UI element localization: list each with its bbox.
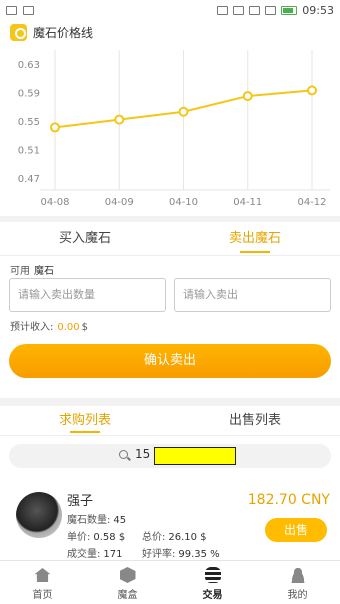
quantity-line: 魔石数量: 45 — [67, 511, 126, 526]
expected-label: 预计收入: — [10, 322, 54, 333]
box-icon — [119, 567, 136, 583]
available-balance: 可用 魔石 — [10, 262, 54, 277]
status-time: 09:53 — [302, 3, 334, 17]
nav-item-home[interactable]: 首页 — [0, 561, 85, 604]
nav-item-trade[interactable]: 交易 — [170, 561, 255, 604]
volume-label: 成交量: — [67, 549, 101, 560]
rating-value: 99.35 % — [178, 549, 220, 560]
volume-line: 成交量: 171 — [67, 545, 122, 560]
price-chart-card: 0.63 0.59 0.55 0.51 0.47 04-08 04-09 04-10 04-11… — [0, 20, 340, 216]
home-icon — [34, 568, 51, 582]
list-item: 强子 魔石数量: 45 单价: 0.58 $ 总价: 26.10 $ 成交量: 171 … — [0, 482, 340, 562]
data-point — [242, 91, 253, 102]
quantity-value: 45 — [113, 515, 127, 526]
x-tick-label: 04-10 — [169, 197, 198, 208]
data-point — [114, 114, 125, 125]
seller-name: 强子 — [67, 494, 94, 509]
tab-sell[interactable]: 卖出魔石 — [170, 222, 340, 255]
signal-icon — [265, 5, 277, 15]
chart-header: 魔石价格线 — [10, 24, 93, 41]
y-tick-label: 0.55 — [18, 117, 40, 128]
nav-label: 我的 — [287, 590, 308, 601]
status-bar: 09:53 — [0, 0, 340, 20]
confirm-sell-button[interactable]: 确认卖出 — [9, 344, 331, 378]
price-line-chart: 0.63 0.59 0.55 0.51 0.47 04-08 04-09 04-10 04-11… — [18, 50, 330, 208]
trade-tabs: 买入魔石 卖出魔石 — [0, 222, 340, 256]
avatar — [16, 492, 62, 538]
bottom-nav: 首页 魔盒 交易 我的 — [0, 560, 340, 604]
unit-price-label: 单价: — [67, 532, 91, 543]
alarm-icon — [233, 5, 245, 15]
tab-buy-orders[interactable]: 求购列表 — [0, 406, 170, 435]
search-icon — [119, 450, 128, 459]
nav-label: 首页 — [32, 590, 53, 601]
trash-icon — [23, 5, 34, 15]
y-tick-label: 0.51 — [18, 146, 40, 157]
magic-stone-logo-icon — [10, 24, 27, 41]
available-label: 可用 — [10, 266, 30, 277]
rating-line: 好评率: 99.35 % — [142, 545, 220, 560]
total-price-label: 总价: — [142, 532, 166, 543]
user-icon — [289, 567, 306, 583]
battery-icon — [281, 5, 298, 15]
data-point — [50, 122, 60, 133]
coins-icon — [204, 567, 221, 583]
expected-value: 0.00 — [57, 322, 80, 333]
wifi-icon — [249, 5, 261, 15]
total-price-value: 26.10 $ — [168, 532, 207, 543]
y-tick-label: 0.59 — [18, 89, 40, 100]
y-tick-label: 0.63 — [18, 60, 40, 71]
tab-sell-orders[interactable]: 出售列表 — [170, 406, 340, 435]
total-price-line: 总价: 26.10 $ — [142, 528, 207, 543]
price-input[interactable]: 请输入卖出 — [174, 278, 331, 312]
nav-item-magic-box[interactable]: 魔盒 — [85, 561, 170, 604]
image-notification-icon — [6, 5, 17, 15]
unit-price-line: 单价: 0.58 $ — [67, 528, 125, 543]
order-list-panel: 求购列表 出售列表 15 强子 魔石数量: 45 单价: 0.58 $ 总价: 26.… — [0, 406, 340, 562]
list-tabs: 求购列表 出售列表 — [0, 406, 340, 436]
quantity-label: 魔石数量: — [67, 515, 111, 526]
trade-panel: 买入魔石 卖出魔石 可用 魔石 请输入卖出数量 请输入卖出 预计收入: 0.00 $ … — [0, 222, 340, 398]
volume-value: 171 — [103, 549, 123, 560]
tab-buy[interactable]: 买入魔石 — [0, 222, 170, 255]
expected-income: 预计收入: 0.00 $ — [10, 318, 88, 333]
x-tick-label: 04-08 — [40, 197, 69, 208]
nav-item-mine[interactable]: 我的 — [255, 561, 340, 604]
expected-unit: $ — [81, 322, 89, 333]
available-unit: 魔石 — [34, 266, 54, 277]
bluetooth-icon — [217, 5, 229, 15]
x-tick-label: 04-09 — [105, 197, 134, 208]
search-input[interactable]: 15 — [135, 447, 150, 461]
chart-title: 魔石价格线 — [33, 26, 94, 40]
sell-button[interactable]: 出售 — [265, 518, 327, 542]
rating-label: 好评率: — [142, 549, 176, 560]
redaction-block — [154, 447, 236, 465]
seller-price: 182.70 CNY — [247, 492, 330, 508]
y-tick-label: 0.47 — [18, 174, 40, 185]
quantity-input[interactable]: 请输入卖出数量 — [9, 278, 166, 312]
unit-price-value: 0.58 $ — [93, 532, 126, 543]
nav-label: 交易 — [202, 590, 223, 601]
data-point — [178, 106, 189, 117]
x-tick-label: 04-12 — [297, 197, 326, 208]
search-bar[interactable]: 15 — [9, 444, 331, 468]
data-point — [307, 85, 317, 96]
nav-label: 魔盒 — [117, 590, 138, 601]
x-tick-label: 04-11 — [233, 197, 262, 208]
